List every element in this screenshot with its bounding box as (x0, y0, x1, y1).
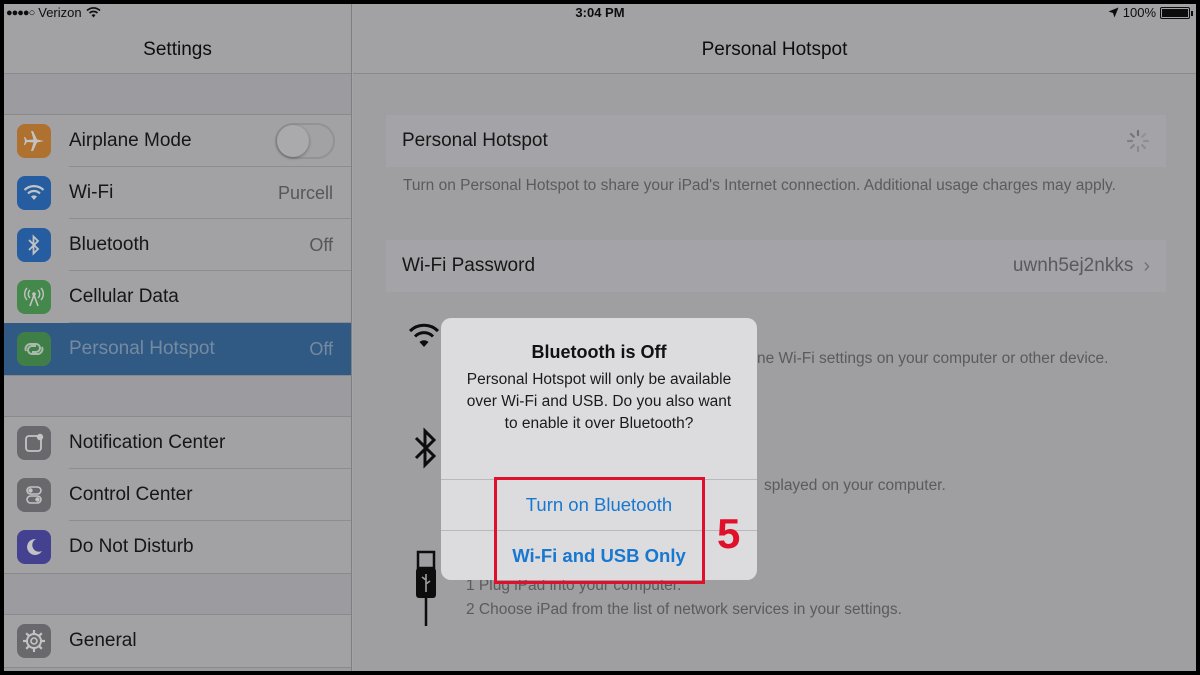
annotation-highlight-box (494, 477, 705, 584)
ipad-screen: ●●●●○ Verizon 3:04 PM 100% Settings Airp… (4, 4, 1196, 671)
alert-message: Personal Hotspot will only be available … (466, 371, 732, 432)
alert-title: Bluetooth is Off (531, 342, 667, 362)
annotation-step-number: 5 (717, 510, 741, 557)
